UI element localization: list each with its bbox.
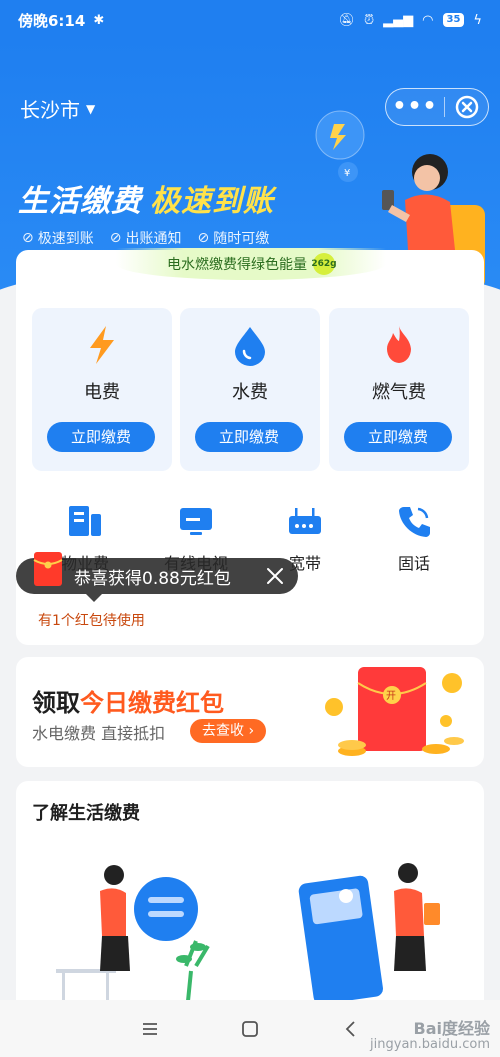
hero-tag: ⊘ 随时可缴 — [197, 228, 269, 248]
property-icon — [69, 506, 101, 536]
status-icons: 🔕︎ ⏰︎ ▂▄▆ ◠ 35 ϟ — [339, 13, 483, 28]
pay-electric-button[interactable]: 立即缴费 — [47, 422, 155, 452]
water-fee-card[interactable]: 水费 立即缴费 — [180, 308, 320, 471]
hero-tag-label: 随时可缴 — [213, 231, 270, 247]
home-button[interactable] — [230, 1009, 270, 1049]
toast-pointer — [86, 594, 102, 602]
hero-tag: ⊘ 出账通知 — [110, 228, 182, 248]
promo-title: 领取今日缴费红包 — [32, 683, 224, 718]
hero-tag: ⊘ 极速到账 — [22, 228, 94, 248]
learn-woman-phone-illustration[interactable] — [286, 851, 456, 1001]
water-drop-icon — [235, 327, 265, 366]
pending-red-packet-link[interactable]: 有1个红包待使用 — [38, 610, 145, 630]
hero-tag-label: 出账通知 — [125, 231, 182, 247]
sub-item-label: 固话 — [397, 554, 430, 573]
gas-fee-card[interactable]: 燃气费 立即缴费 — [329, 308, 469, 471]
menu-icon — [143, 1022, 157, 1035]
payment-card: 电水燃缴费得绿色能量 262g 电费 立即缴费 水费 立即缴费 燃气费 立即缴费… — [16, 248, 484, 645]
watermark: Bai度经验 jingyan.baidu.com — [370, 1021, 490, 1053]
flame-icon — [387, 326, 411, 363]
green-energy-text: 电水燃缴费得绿色能量 — [167, 257, 307, 273]
back-chevron-icon — [345, 1020, 355, 1037]
red-envelope-icon — [33, 552, 63, 586]
svg-text:开: 开 — [386, 691, 396, 702]
red-packet-toast: 恭喜获得0.88元红包 — [16, 552, 298, 602]
electric-fee-card[interactable]: 电费 立即缴费 — [32, 308, 172, 471]
tv-icon — [180, 508, 212, 535]
bluetooth-icon: ✱ — [93, 12, 105, 28]
hero-title-accent: 极速到账 — [150, 184, 274, 219]
charging-icon: ϟ — [473, 12, 482, 28]
alarm-icon: ⏰︎ — [364, 12, 375, 28]
promo-title-prefix: 领取 — [32, 689, 80, 717]
wifi-icon: ◠ — [422, 12, 434, 28]
green-energy-banner[interactable]: 电水燃缴费得绿色能量 262g — [116, 248, 386, 280]
close-icon — [267, 568, 283, 584]
svg-text:¥: ¥ — [344, 168, 350, 179]
battery-icon: 35 — [442, 13, 465, 27]
toast-text: 恭喜获得0.88元红包 — [74, 568, 231, 589]
phone-icon — [399, 507, 430, 537]
red-packet-promo-card[interactable]: 领取今日缴费红包 水电缴费 直接抵扣 去查收 › 开 — [16, 657, 484, 767]
check-red-packet-label: 去查收 — [202, 723, 244, 739]
hero-title: 生活缴费 极速到账 — [18, 176, 274, 220]
lightning-icon — [90, 326, 114, 364]
hero-title-main: 生活缴费 — [18, 184, 142, 219]
red-packet-illustration: 开 — [325, 667, 464, 756]
watermark-line2: jingyan.baidu.com — [370, 1037, 490, 1052]
fee-label: 电费 — [84, 382, 120, 403]
router-icon — [289, 508, 321, 534]
fee-label: 燃气费 — [372, 382, 426, 403]
check-red-packet-button[interactable]: 去查收 › — [190, 719, 267, 743]
city-selector[interactable]: 长沙市 ▼ — [20, 94, 95, 123]
caret-down-icon: ▼ — [86, 101, 96, 116]
check-circle-icon: ⊘ — [109, 230, 122, 246]
toast-close-button[interactable] — [264, 565, 286, 592]
hero-tag-label: 极速到账 — [37, 231, 94, 247]
promo-subtitle: 水电缴费 直接抵扣 — [32, 724, 166, 743]
miniapp-capsule: ••• — [385, 88, 489, 126]
pay-water-button[interactable]: 立即缴费 — [195, 422, 303, 452]
signal-icon: ▂▄▆ — [383, 12, 414, 28]
mute-icon: 🔕︎ — [338, 12, 356, 28]
more-icon[interactable]: ••• — [386, 96, 444, 118]
pay-gas-button[interactable]: 立即缴费 — [344, 422, 452, 452]
learn-woman-chat-illustration[interactable] — [56, 851, 226, 1001]
city-name: 长沙市 — [20, 98, 80, 122]
check-circle-icon: ⊘ — [197, 230, 210, 246]
back-button[interactable] — [330, 1009, 370, 1049]
landline-item[interactable]: 固话 — [369, 504, 459, 574]
check-circle-icon: ⊘ — [22, 230, 34, 246]
home-square-icon — [242, 1020, 258, 1037]
status-bar: 傍晚6:14 ✱ 🔕︎ ⏰︎ ▂▄▆ ◠ 35 ϟ — [0, 0, 500, 40]
green-energy-badge: 262g — [311, 253, 337, 275]
close-button[interactable] — [445, 95, 488, 119]
menu-button[interactable] — [130, 1009, 170, 1049]
promo-title-highlight: 今日缴费红包 — [80, 689, 224, 717]
hero-tags: ⊘ 极速到账 ⊘ 出账通知 ⊘ 随时可缴 — [22, 228, 269, 248]
close-circle-icon — [455, 95, 478, 119]
fee-label: 水费 — [232, 382, 268, 403]
status-time: 傍晚6:14 — [18, 11, 86, 30]
learn-card: 了解生活缴费 — [16, 781, 484, 1001]
watermark-line1: Bai度经验 — [413, 1019, 490, 1038]
learn-title: 了解生活缴费 — [32, 803, 140, 824]
